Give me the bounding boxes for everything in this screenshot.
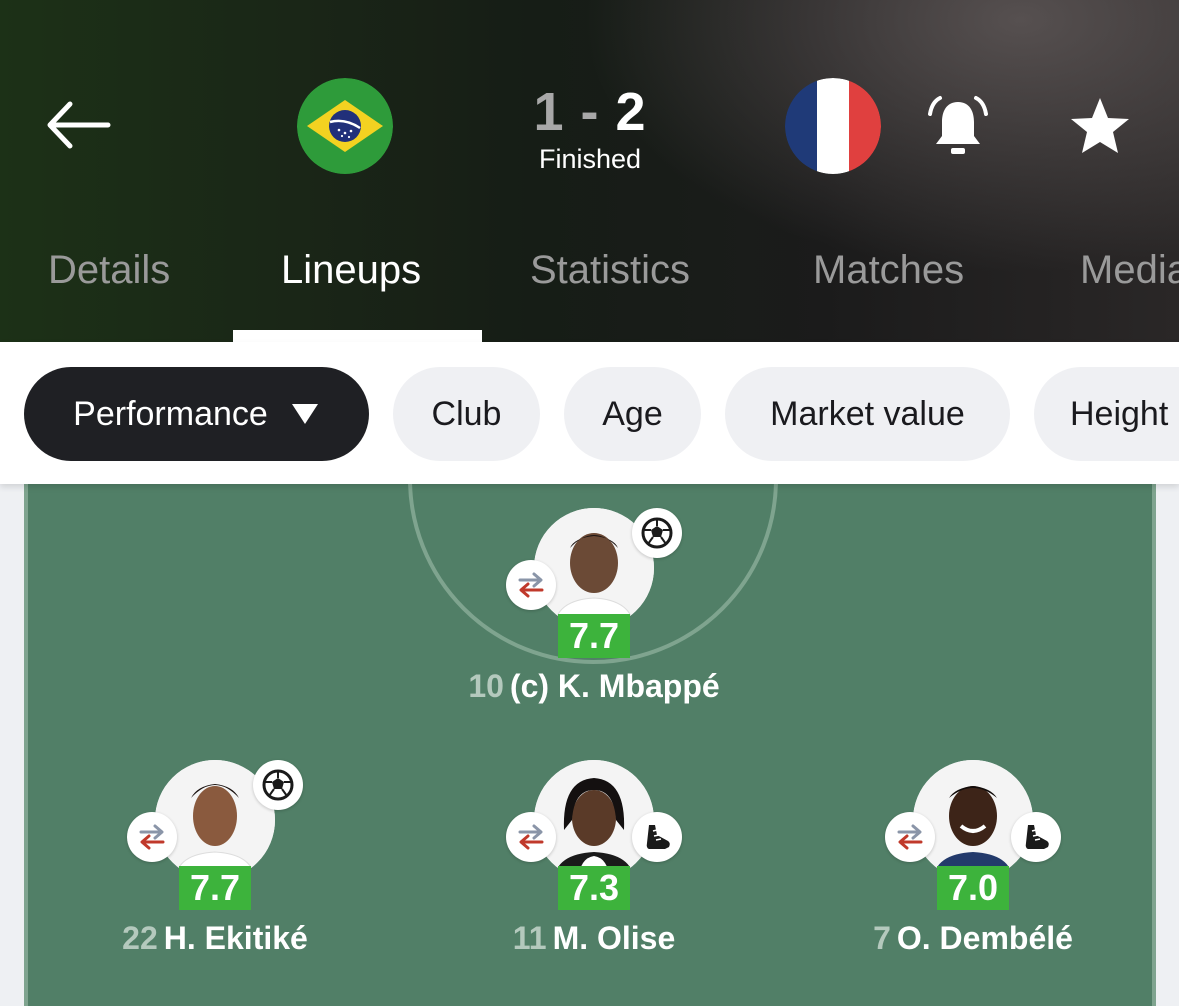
player-name-text: (c) K. Mbappé (509, 668, 720, 704)
tab-matches[interactable]: Matches (813, 248, 964, 293)
player-number: 10 (468, 668, 504, 704)
player-card[interactable]: 7.3 11 M. Olise (474, 760, 714, 960)
home-team-flag[interactable] (297, 78, 393, 174)
assist-badge (632, 812, 682, 862)
player-name: 11 M. Olise (434, 920, 754, 957)
player-number: 22 (122, 920, 158, 956)
filter-height[interactable]: Height (1034, 367, 1179, 461)
boot-assist-icon (646, 825, 670, 849)
player-rating: 7.7 (558, 614, 630, 658)
lineup-pitch: 7.7 10 (c) K. Mbappé 7.7 22 H. Ekitiké 7… (24, 484, 1156, 1006)
player-card[interactable]: 7.0 7 O. Dembélé (853, 760, 1093, 960)
player-card[interactable]: 7.7 22 H. Ekitiké (95, 760, 335, 960)
goal-ball-icon (262, 769, 294, 801)
player-number: 11 (512, 920, 547, 956)
player-name: 7 O. Dembélé (813, 920, 1133, 957)
player-photo-icon (534, 760, 654, 880)
back-arrow-icon (47, 101, 111, 149)
player-photo-icon (913, 760, 1033, 880)
substitution-arrows-icon (139, 824, 165, 850)
filter-club[interactable]: Club (393, 367, 540, 461)
home-score: 1 (533, 82, 565, 142)
filter-market-value[interactable]: Market value (725, 367, 1010, 461)
player-rating: 7.7 (179, 866, 251, 910)
player-avatar (534, 760, 654, 880)
filter-performance-dropdown[interactable]: Performance (24, 367, 369, 461)
player-rating: 7.0 (937, 866, 1009, 910)
away-team-flag[interactable] (785, 78, 881, 174)
score-block: 1 - 2 Finished (490, 82, 690, 175)
substitution-arrows-icon (897, 824, 923, 850)
tab-lineups[interactable]: Lineups (281, 248, 421, 293)
assist-badge (1011, 812, 1061, 862)
player-name-text: H. Ekitiké (163, 920, 308, 956)
pitch-area: 7.7 10 (c) K. Mbappé 7.7 22 H. Ekitiké 7… (0, 484, 1179, 1006)
substitution-badge (885, 812, 935, 862)
tab-details[interactable]: Details (48, 248, 170, 293)
boot-assist-icon (1025, 825, 1049, 849)
brazil-flag-icon (297, 78, 393, 174)
favorite-button[interactable] (1066, 94, 1134, 160)
substitution-arrows-icon (518, 824, 544, 850)
tab-media[interactable]: Media (1080, 248, 1179, 293)
player-rating: 7.3 (558, 866, 630, 910)
goal-badge (253, 760, 303, 810)
star-icon (1071, 98, 1129, 153)
match-tabs: Details Lineups Statistics Matches Media (0, 240, 1179, 342)
lineup-filter-bar: Performance Club Age Market value Height (0, 342, 1179, 484)
player-avatar (913, 760, 1033, 880)
caret-down-icon (291, 404, 318, 424)
goal-badge (632, 508, 682, 558)
player-name-text: M. Olise (552, 920, 676, 956)
player-name-text: O. Dembélé (896, 920, 1073, 956)
substitution-badge (506, 812, 556, 862)
tab-statistics[interactable]: Statistics (530, 248, 690, 293)
match-header: 1 - 2 Finished Details Lineups Statistic… (0, 0, 1179, 342)
substitution-arrows-icon (518, 572, 544, 598)
active-tab-indicator (233, 330, 482, 342)
player-name: 10 (c) K. Mbappé (434, 668, 754, 705)
away-score: 2 (615, 82, 647, 142)
score-separator: - (580, 82, 600, 142)
filter-age[interactable]: Age (564, 367, 701, 461)
substitution-badge (127, 812, 177, 862)
notification-bell-button[interactable] (922, 92, 994, 164)
player-card[interactable]: 7.7 10 (c) K. Mbappé (468, 508, 720, 708)
filter-label: Performance (73, 394, 268, 433)
goal-ball-icon (641, 517, 673, 549)
substitution-badge (506, 560, 556, 610)
notification-bell-icon (928, 96, 988, 154)
back-button[interactable] (40, 94, 116, 158)
player-name: 22 H. Ekitiké (55, 920, 375, 957)
player-number: 7 (873, 920, 891, 956)
france-flag-icon (785, 78, 881, 174)
match-status: Finished (538, 144, 642, 174)
score: 1 - 2 (490, 82, 690, 142)
